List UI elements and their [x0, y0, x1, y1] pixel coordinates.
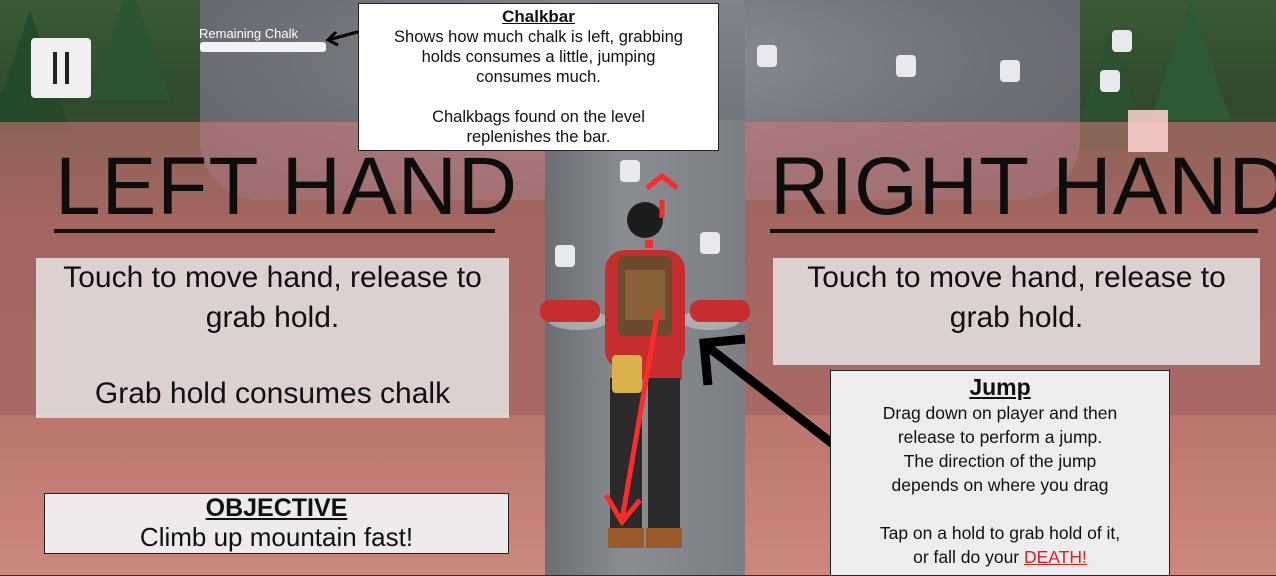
jump-help-line: Drag down on player and then — [882, 403, 1118, 423]
jump-help-line: The direction of the jump — [903, 451, 1097, 471]
objective-box: OBJECTIVE Climb up mountain fast! — [44, 493, 509, 554]
jump-help-death-prefix: or fall do your — [913, 547, 1024, 567]
climbing-hold[interactable] — [1000, 60, 1020, 82]
pause-icon — [49, 52, 73, 84]
left-hand-title: LEFT HAND — [55, 141, 519, 232]
pause-button[interactable] — [31, 38, 91, 98]
chalk-bar-fill — [200, 42, 326, 52]
left-hand-line: Touch to move hand, release to — [63, 261, 482, 294]
chalkbar-help-line: holds consumes a little, jumping — [421, 48, 656, 66]
left-hand-panel: Touch to move hand, release to grab hold… — [36, 258, 509, 418]
chalkbar-help-line: Chalkbags found on the level — [432, 108, 645, 126]
jump-help-title: Jump — [969, 374, 1031, 400]
climbing-hold[interactable] — [757, 45, 777, 67]
objective-title: OBJECTIVE — [205, 494, 348, 522]
objective-text: Climb up mountain fast! — [139, 522, 414, 552]
chalk-bar — [200, 42, 326, 52]
chalkbar-help-title: Chalkbar — [502, 7, 575, 26]
jump-direction-arrow — [603, 172, 679, 527]
tree — [90, 0, 170, 100]
chalk-label: Remaining Chalk — [199, 26, 298, 41]
right-hand-line: Touch to move hand, release to — [807, 261, 1226, 294]
death-warning: DEATH! — [1024, 547, 1087, 567]
climbing-hold[interactable] — [1112, 30, 1132, 52]
jump-help-box: Jump Drag down on player and then releas… — [830, 370, 1170, 576]
right-hand-title: RIGHT HAND — [770, 141, 1276, 232]
tree — [1150, 0, 1230, 120]
jump-help-text: Drag down on player and then release to … — [831, 401, 1169, 497]
jump-help-line: Tap on a hold to grab hold of it, — [879, 523, 1121, 543]
left-hand-line: Grab hold consumes chalk — [94, 377, 451, 410]
left-hand-underline — [54, 229, 495, 233]
climbing-hold[interactable] — [1100, 70, 1120, 92]
chalkbar-help-line: consumes much. — [476, 68, 601, 86]
jump-help-line: release to perform a jump. — [897, 427, 1103, 447]
right-hand-underline — [770, 229, 1258, 233]
left-hand-line: grab hold. — [205, 301, 340, 334]
right-hand-line: grab hold. — [949, 301, 1084, 334]
jump-help-text-2: Tap on a hold to grab hold of it, or fal… — [831, 521, 1169, 569]
chalkbar-help-box: Chalkbar Shows how much chalk is left, g… — [358, 3, 719, 151]
right-hand-panel: Touch to move hand, release to grab hold… — [773, 258, 1260, 365]
chalkbar-help-text: Shows how much chalk is left, grabbing h… — [359, 27, 718, 87]
jump-help-line: depends on where you drag — [891, 475, 1109, 495]
climbing-hold[interactable] — [896, 55, 916, 77]
jump-help-line: or fall do your DEATH! — [831, 545, 1169, 569]
chalkbar-help-line: Shows how much chalk is left, grabbing — [394, 28, 683, 46]
